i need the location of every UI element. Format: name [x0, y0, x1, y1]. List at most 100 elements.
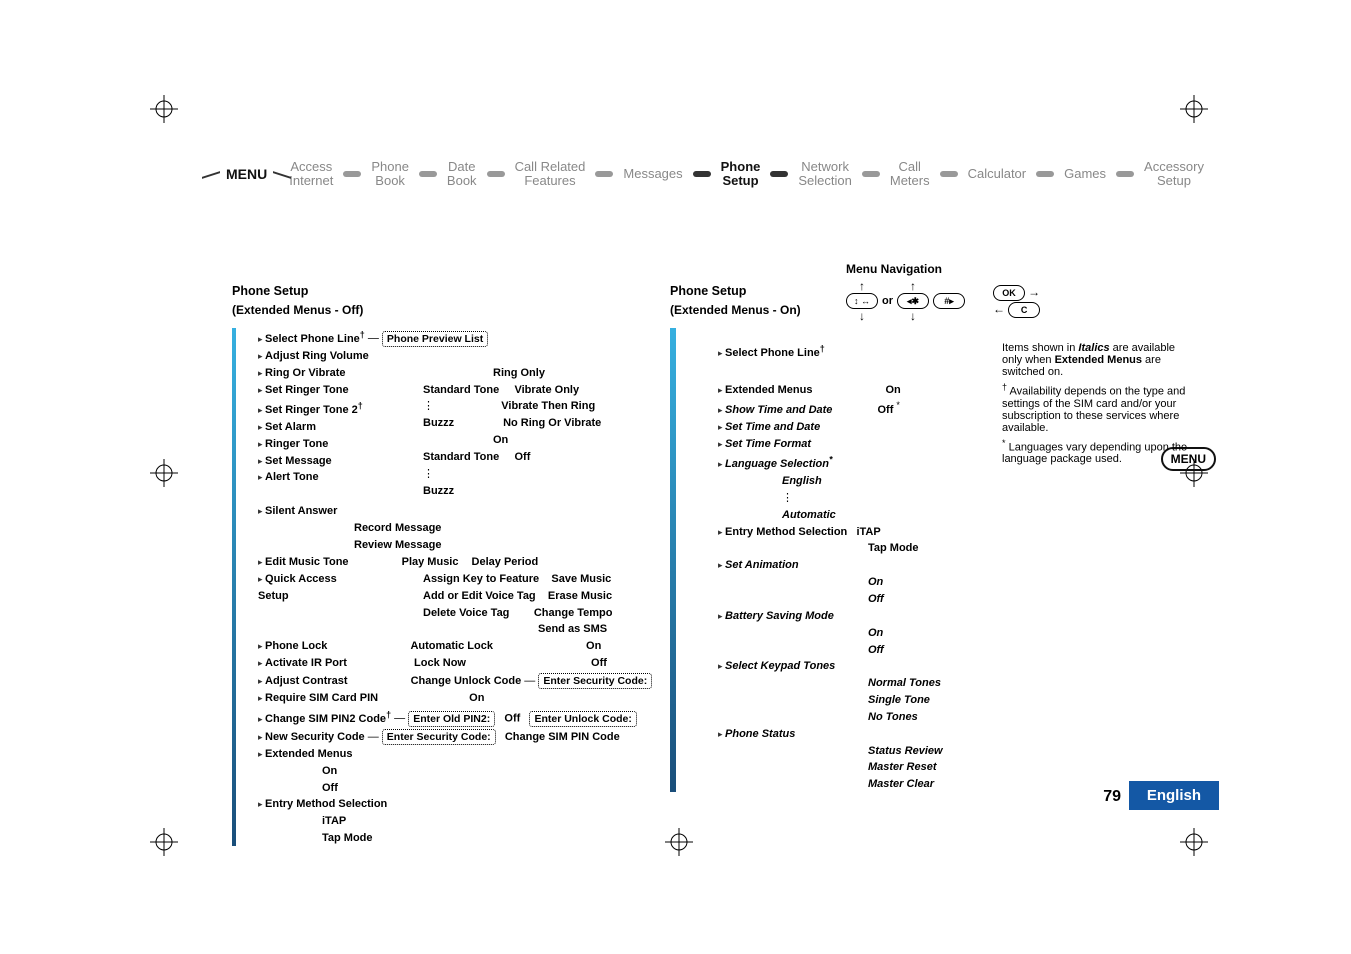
opt-tap-mode: Tap Mode: [868, 542, 919, 554]
opt-change-sim-pin: Change SIM PIN Code: [505, 731, 620, 743]
enter-security-code-box: Enter Security Code:: [538, 673, 652, 689]
crop-mark-icon: [150, 95, 178, 123]
crumb-accessory-setup: AccessorySetup: [1144, 160, 1204, 187]
breadcrumb-ribbon: MENU AccessInternet PhoneBook DateBook C…: [220, 160, 1214, 187]
crop-mark-icon: [150, 459, 178, 487]
item-select-phone-line-on: Select Phone Line†: [725, 347, 825, 359]
side-notes: Items shown in Italics are available onl…: [1002, 338, 1192, 469]
item-language-selection: Language Selection*: [725, 458, 832, 470]
item-set-time-format: Set Time Format: [725, 438, 811, 450]
opt-on: On: [469, 692, 484, 704]
opt-buzzz: Buzzz: [423, 417, 454, 429]
crumb-call-meters: CallMeters: [890, 160, 930, 187]
crumb-phone-setup: PhoneSetup: [721, 160, 761, 187]
crumb-call-related: Call RelatedFeatures: [515, 160, 586, 187]
item-phone-status: Phone Status: [725, 728, 795, 740]
opt-standard-tone: Standard Tone: [423, 384, 499, 396]
crumb-messages: Messages: [623, 167, 682, 181]
item-edit-music-tone: Edit Music Tone: [265, 556, 349, 568]
link-icon: [693, 171, 711, 177]
opt-single-tone: Single Tone: [868, 694, 930, 706]
item-phone-lock: Phone Lock: [265, 640, 327, 652]
opt-on: On: [322, 765, 337, 777]
opt-automatic-lock: Automatic Lock: [410, 640, 493, 652]
opt-on: On: [868, 576, 883, 588]
opt-off: Off: [322, 782, 338, 794]
opt-vibrate-only: Vibrate Only: [514, 384, 579, 396]
note-star: * Languages vary depending upon the lang…: [1002, 438, 1192, 466]
note-dagger: † Availability depends on the type and s…: [1002, 382, 1192, 434]
panel-subtitle: (Extended Menus - Off): [232, 302, 652, 318]
opt-on: On: [886, 384, 901, 396]
link-icon: [862, 171, 880, 177]
opt-play-music: Play Music: [402, 556, 459, 568]
item-change-sim-pin2: Change SIM PIN2 Code†: [265, 713, 391, 725]
opt-english: English: [782, 475, 822, 487]
crumb-phone-book: PhoneBook: [371, 160, 409, 187]
opt-delete-voice-tag: Delete Voice Tag: [423, 607, 509, 619]
opt-itap: iTAP: [856, 526, 880, 538]
crop-mark-icon: [665, 828, 693, 856]
link-icon: [343, 171, 361, 177]
item-quick-access: Quick Access: [265, 573, 337, 585]
panel-title: Phone Setup: [670, 283, 1000, 300]
item-new-security-code: New Security Code: [265, 731, 365, 743]
opt-ring-only: Ring Only: [493, 367, 545, 379]
crumb-access-internet: AccessInternet: [289, 160, 333, 187]
link-icon: [487, 171, 505, 177]
item-set-message: Set Message: [265, 455, 332, 467]
phone-setup-on-tree: Phone Setup (Extended Menus - On) Select…: [670, 283, 1000, 794]
item-set-alarm: Set Alarm: [265, 421, 316, 433]
legend-title: Menu Navigation: [846, 262, 942, 276]
opt-normal-tones: Normal Tones: [868, 677, 941, 689]
item-set-time-date: Set Time and Date: [725, 421, 820, 433]
opt-itap: iTAP: [322, 815, 346, 827]
crop-mark-icon: [1180, 828, 1208, 856]
opt-off: Off: [514, 451, 530, 463]
item-adjust-ring-volume: Adjust Ring Volume: [265, 350, 369, 362]
item-ringer-tone: Ringer Tone: [265, 438, 328, 450]
page-number: 79: [1103, 788, 1121, 806]
enter-old-pin2-box: Enter Old PIN2:: [408, 711, 495, 727]
item-extended-menus: Extended Menus: [265, 748, 352, 760]
item-set-ringer-tone-2: Set Ringer Tone 2†: [265, 404, 363, 416]
item-require-sim-pin: Require SIM Card PIN: [265, 692, 378, 704]
opt-off: Off: [868, 593, 884, 605]
opt-vibrate-then-ring: Vibrate Then Ring: [501, 400, 595, 412]
opt-off: Off: [868, 644, 884, 656]
opt-on: On: [586, 640, 601, 652]
opt-assign-key: Assign Key to Feature: [423, 573, 539, 585]
opt-lock-now: Lock Now: [414, 657, 466, 669]
opt-send-as-sms: Send as SMS: [538, 623, 607, 635]
opt-tap-mode: Tap Mode: [322, 832, 373, 844]
opt-automatic: Automatic: [782, 509, 836, 521]
opt-on: On: [868, 627, 883, 639]
opt-status-review: Status Review: [868, 745, 943, 757]
item-alert-tone: Alert Tone: [265, 471, 319, 483]
opt-off: Off: [504, 713, 520, 725]
panel-subtitle: (Extended Menus - On): [670, 302, 1000, 318]
menu-tab: MENU: [220, 162, 273, 186]
item-entry-method: Entry Method Selection: [265, 798, 387, 810]
item-battery-saving: Battery Saving Mode: [725, 610, 834, 622]
opt-no-ring-or-vibrate: No Ring Or Vibrate: [503, 417, 601, 429]
crumb-date-book: DateBook: [447, 160, 477, 187]
link-icon: [595, 171, 613, 177]
link-icon: [770, 171, 788, 177]
phone-setup-off-tree: Phone Setup (Extended Menus - Off) Selec…: [232, 283, 652, 848]
item-ring-or-vibrate: Ring Or Vibrate: [265, 367, 345, 379]
crop-mark-icon: [150, 828, 178, 856]
item-extended-menus-on: Extended Menus: [725, 384, 812, 396]
opt-master-reset: Master Reset: [868, 761, 936, 773]
opt-on: On: [493, 434, 508, 446]
opt-record-message: Record Message: [354, 522, 441, 534]
opt-no-tones: No Tones: [868, 711, 918, 723]
link-icon: [1036, 171, 1054, 177]
note-italics: Items shown in Italics are available onl…: [1002, 342, 1192, 378]
opt-buzzz: Buzzz: [423, 485, 454, 497]
crumb-network-selection: NetworkSelection: [798, 160, 851, 187]
crumb-calculator: Calculator: [968, 167, 1027, 181]
item-set-ringer-tone: Set Ringer Tone: [265, 384, 349, 396]
crop-mark-icon: [1180, 95, 1208, 123]
item-set-animation: Set Animation: [725, 559, 799, 571]
